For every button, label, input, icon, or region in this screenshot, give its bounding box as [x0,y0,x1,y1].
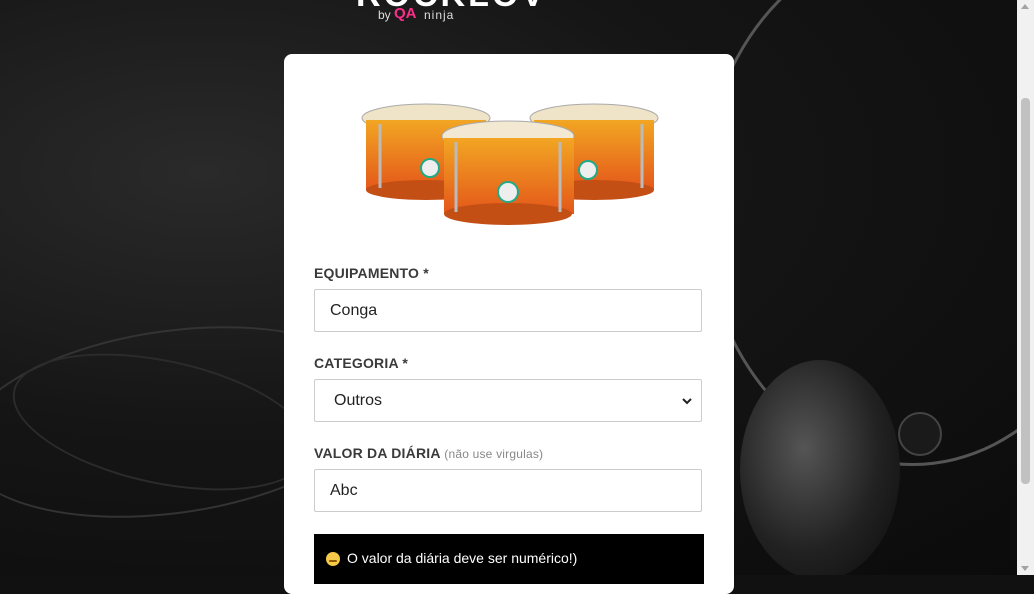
logo-by: by [378,8,391,22]
background-headphone-earcup [740,360,900,575]
category-select[interactable]: Outros [314,379,702,422]
category-label: CATEGORIA * [314,355,408,371]
price-input[interactable]: Abc [314,469,702,512]
logo-ninja: ninja [424,8,455,22]
equipment-label: EQUIPAMENTO * [314,265,429,281]
alert-message: O valor da diária deve ser numérico!) [347,550,578,566]
conga-drums-image[interactable] [360,100,660,230]
logo-qa: QA [394,5,417,22]
category-select-value: Outros [334,391,383,409]
equipment-input[interactable]: Conga [314,289,702,332]
scrollbar-thumb[interactable] [1021,98,1030,484]
page-scrollbar[interactable] [1017,0,1034,575]
background-headphone-knob [898,412,942,456]
price-label: VALOR DA DIÁRIA (não use virgulas) [314,445,543,461]
price-hint: (não use virgulas) [444,447,544,461]
scroll-up-icon[interactable] [1021,4,1029,9]
equipment-input-value: Conga [330,301,378,319]
price-input-value: Abc [330,481,358,499]
equipment-form-card: EQUIPAMENTO * Conga CATEGORIA * Outros V… [284,54,734,594]
brand-logo[interactable]: ROCKLOV by QA ninja [356,0,656,26]
price-label-text: VALOR DA DIÁRIA [314,445,441,461]
smirk-emoji-icon [326,552,340,566]
validation-alert: O valor da diária deve ser numérico!) [314,534,704,584]
chevron-down-icon [682,398,692,405]
scroll-down-icon[interactable] [1021,566,1029,571]
